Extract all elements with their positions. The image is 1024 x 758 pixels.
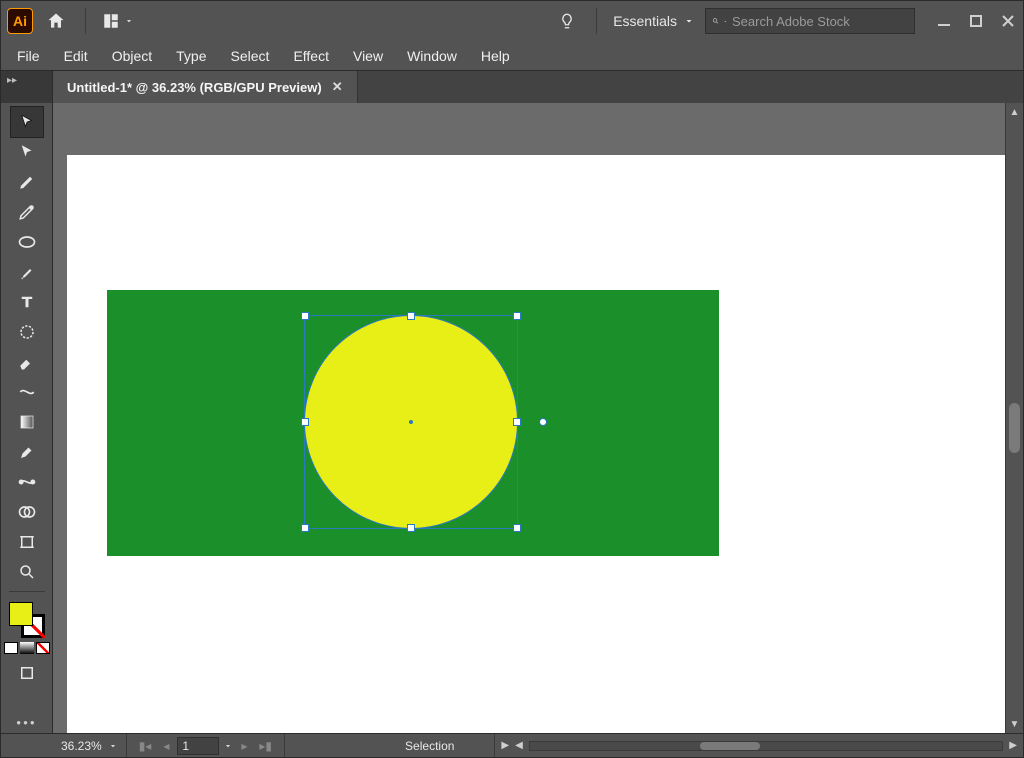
maximize-button[interactable]: [967, 12, 985, 30]
scroll-right-button[interactable]: ▶: [1009, 740, 1017, 751]
artboard-tool[interactable]: [11, 527, 43, 557]
minimize-button[interactable]: [935, 12, 953, 30]
resize-handle-tm[interactable]: [407, 312, 415, 320]
resize-handle-bm[interactable]: [407, 524, 415, 532]
document-tab-row: ▸▸ Untitled-1* @ 36.23% (RGB/GPU Preview…: [1, 71, 1023, 103]
menu-select[interactable]: Select: [219, 44, 282, 68]
tips-button[interactable]: [550, 4, 584, 38]
menu-edit[interactable]: Edit: [52, 44, 100, 68]
panel-collapse-toggle[interactable]: ▸▸: [1, 71, 53, 103]
menu-object[interactable]: Object: [100, 44, 164, 68]
shape-builder-tool[interactable]: [11, 497, 43, 527]
resize-handle-br[interactable]: [513, 524, 521, 532]
tools-panel: ●●●: [1, 103, 53, 733]
last-artboard-button[interactable]: ▸▮: [255, 739, 276, 753]
vertical-scrollbar[interactable]: ▲ ▼: [1005, 103, 1023, 733]
search-box[interactable]: [705, 8, 915, 34]
eyedropper-tool[interactable]: [11, 437, 43, 467]
document-tabstrip: Untitled-1* @ 36.23% (RGB/GPU Preview) ✕: [53, 71, 1023, 103]
rotate-tool[interactable]: [11, 317, 43, 347]
chevron-down-icon: [723, 17, 728, 26]
window-controls: [935, 12, 1017, 30]
horizontal-scroll-thumb[interactable]: [700, 742, 760, 750]
vertical-scroll-thumb[interactable]: [1009, 403, 1020, 453]
current-tool-label: Selection: [405, 739, 454, 753]
zoom-value: 36.23%: [61, 739, 102, 753]
close-button[interactable]: [999, 12, 1017, 30]
search-icon: [712, 14, 719, 28]
app-logo: Ai: [7, 8, 33, 34]
workspace-name: Essentials: [613, 13, 677, 29]
document-tab[interactable]: Untitled-1* @ 36.23% (RGB/GPU Preview) ✕: [53, 71, 358, 103]
chevron-down-icon: [124, 16, 134, 26]
chevron-down-icon: [108, 741, 118, 751]
menu-effect[interactable]: Effect: [281, 44, 341, 68]
next-artboard-button[interactable]: ▸: [237, 739, 251, 753]
menu-file[interactable]: File: [5, 44, 52, 68]
chevron-down-icon[interactable]: [223, 741, 233, 751]
workspace-switcher[interactable]: Essentials: [609, 13, 699, 29]
prev-artboard-button[interactable]: ◂: [159, 739, 173, 753]
arrange-documents-button[interactable]: [98, 4, 138, 38]
toolbar-separator: [9, 591, 45, 592]
resize-handle-mr[interactable]: [513, 418, 521, 426]
color-mode-solid[interactable]: [4, 642, 18, 654]
titlebar: Ai Essentials: [1, 1, 1023, 41]
menu-help[interactable]: Help: [469, 44, 522, 68]
home-button[interactable]: [39, 4, 73, 38]
resize-handle-bl[interactable]: [301, 524, 309, 532]
scroll-up-button[interactable]: ▲: [1006, 103, 1023, 121]
pen-tool[interactable]: [11, 167, 43, 197]
menu-view[interactable]: View: [341, 44, 395, 68]
zoom-control[interactable]: 36.23%: [53, 734, 127, 757]
blend-tool[interactable]: [11, 467, 43, 497]
horizontal-scrollbar[interactable]: ▶ ◀ ▶: [495, 740, 1023, 751]
fill-stroke-control[interactable]: [7, 600, 47, 640]
width-tool[interactable]: [11, 377, 43, 407]
artboard-navigation: ▮◂ ◂ ▸ ▸▮: [127, 734, 285, 757]
color-mode-none[interactable]: [36, 642, 50, 654]
menu-window[interactable]: Window: [395, 44, 469, 68]
separator: [85, 8, 86, 34]
canvas-viewport[interactable]: ▲ ▼: [53, 103, 1023, 733]
direct-selection-tool[interactable]: [11, 137, 43, 167]
zoom-tool[interactable]: [11, 557, 43, 587]
search-input[interactable]: [732, 14, 908, 29]
edit-toolbar-button[interactable]: ●●●: [16, 718, 37, 727]
menubar: File Edit Object Type Select Effect View…: [1, 41, 1023, 71]
current-tool-status: Selection: [285, 734, 495, 757]
ellipse-tool[interactable]: [11, 227, 43, 257]
document-tab-title: Untitled-1* @ 36.23% (RGB/GPU Preview): [67, 80, 322, 95]
type-tool[interactable]: [11, 287, 43, 317]
resize-handle-tr[interactable]: [513, 312, 521, 320]
eraser-tool[interactable]: [11, 347, 43, 377]
close-tab-button[interactable]: ✕: [332, 79, 343, 95]
app-window: Ai Essentials File Edit: [0, 0, 1024, 758]
separator: [596, 8, 597, 34]
chevron-down-icon: [683, 15, 695, 27]
scroll-left-button[interactable]: ◀: [515, 740, 523, 751]
gradient-tool[interactable]: [11, 407, 43, 437]
color-mode-buttons: [4, 642, 50, 654]
paintbrush-tool[interactable]: [11, 257, 43, 287]
color-mode-gradient[interactable]: [20, 642, 34, 654]
resize-handle-tl[interactable]: [301, 312, 309, 320]
curvature-tool[interactable]: [11, 197, 43, 227]
selection-center-point[interactable]: [409, 420, 413, 424]
scroll-down-button[interactable]: ▼: [1006, 715, 1023, 733]
menu-type[interactable]: Type: [164, 44, 218, 68]
selection-bounding-box[interactable]: [304, 315, 518, 529]
horizontal-scroll-track[interactable]: [529, 741, 1003, 751]
statusbar: 36.23% ▮◂ ◂ ▸ ▸▮ Selection ▶ ◀ ▶: [1, 733, 1023, 757]
first-artboard-button[interactable]: ▮◂: [135, 739, 156, 753]
fill-swatch[interactable]: [9, 602, 33, 626]
artboard-number-input[interactable]: [177, 737, 219, 755]
draw-mode-button[interactable]: [14, 660, 40, 686]
resize-handle-ml[interactable]: [301, 418, 309, 426]
scroll-play-button[interactable]: ▶: [501, 740, 509, 751]
selection-tool[interactable]: [11, 107, 43, 137]
main-area: ●●● ▲: [1, 103, 1023, 733]
live-corner-widget[interactable]: [539, 418, 547, 426]
artboard[interactable]: [67, 155, 1023, 733]
